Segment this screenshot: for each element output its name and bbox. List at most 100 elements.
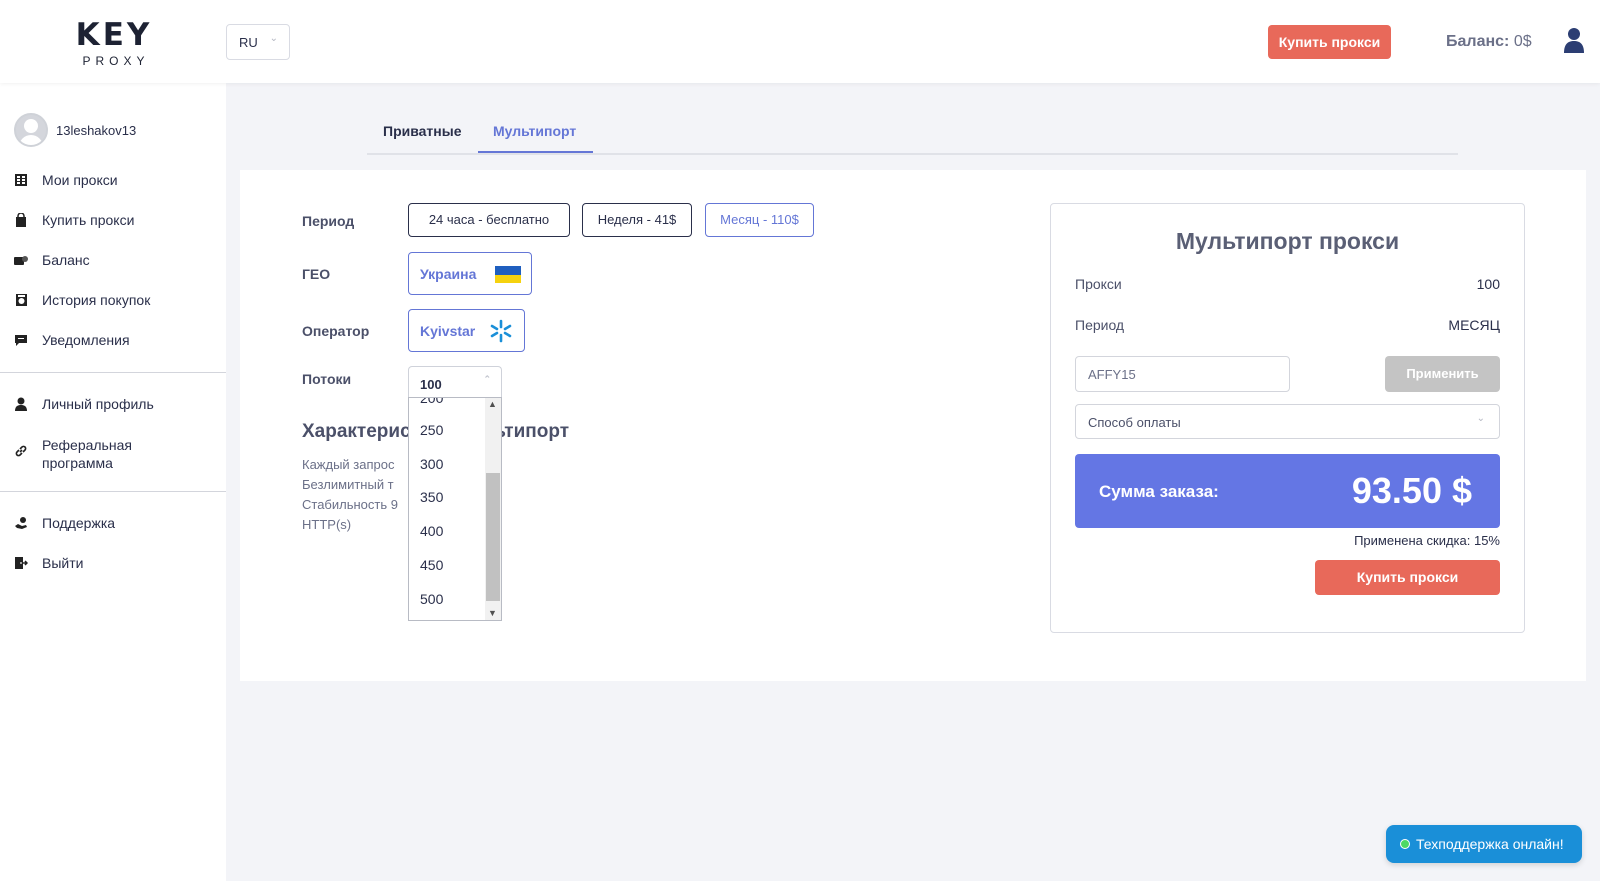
chevron-down-icon: ⌄ <box>269 33 278 44</box>
tab-private[interactable]: Приватные <box>383 123 461 139</box>
period-option-month[interactable]: Месяц - 110$ <box>705 203 814 237</box>
summary-proxies-value: 100 <box>1476 276 1500 292</box>
threads-label: Потоки <box>302 371 352 387</box>
sidebar-item-label: Личный профиль <box>42 396 154 412</box>
order-total-label: Сумма заказа: <box>1099 482 1219 501</box>
balance-value: 0$ <box>1513 33 1532 50</box>
wallet-icon <box>14 253 28 267</box>
sidebar-item-label: Мои прокси <box>42 172 118 188</box>
threads-option[interactable]: 500 <box>420 591 443 607</box>
period-label: Период <box>302 213 355 229</box>
sidebar-item-buy-proxy[interactable]: Купить прокси <box>14 212 134 228</box>
geo-value: Украина <box>420 266 477 282</box>
scroll-down-arrow-icon[interactable]: ▼ <box>488 608 497 618</box>
logo-sub: PROXY <box>82 54 150 68</box>
tab-multiport[interactable]: Мультипорт <box>493 123 576 139</box>
language-value: RU <box>239 35 258 50</box>
operator-label: Оператор <box>302 323 370 339</box>
logo[interactable]: KEY PROXY <box>74 17 154 69</box>
threads-option[interactable]: 200 <box>420 398 443 406</box>
scrollbar-thumb[interactable] <box>486 473 500 601</box>
threads-option[interactable]: 350 <box>420 489 443 505</box>
geo-label: ГЕО <box>302 266 331 282</box>
payment-method-select[interactable]: Способ оплаты ⌄ <box>1075 404 1500 439</box>
summary-period-label: Период <box>1075 317 1125 333</box>
online-status-icon <box>1400 839 1410 849</box>
sidebar-item-label: Поддержка <box>42 515 116 531</box>
chat-icon <box>14 333 28 347</box>
header-buy-proxy-button[interactable]: Купить прокси <box>1268 25 1391 59</box>
threads-option[interactable]: 250 <box>420 422 443 438</box>
user-icon[interactable] <box>1563 27 1585 53</box>
geo-option-ukraine[interactable]: Украина <box>408 252 532 295</box>
summary-period-value: МЕСЯЦ <box>1448 317 1500 333</box>
period-option-week[interactable]: Неделя - 41$ <box>582 203 692 237</box>
promo-code-input[interactable]: AFFY15 <box>1075 356 1290 392</box>
sidebar-item-logout[interactable]: Выйти <box>14 555 83 571</box>
balance-display: Баланс: 0$ <box>1446 33 1532 51</box>
ukraine-flag-icon <box>495 266 521 283</box>
threads-option[interactable]: 450 <box>420 557 443 573</box>
characteristics-line: Стабильность 9 <box>302 497 398 512</box>
sidebar-item-label: Реферальная программа <box>42 437 132 471</box>
sidebar-item-label: Выйти <box>42 555 84 571</box>
sidebar-user: 13leshakov13 <box>14 113 136 147</box>
support-icon <box>14 516 28 530</box>
summary-buy-proxy-button[interactable]: Купить прокси <box>1315 560 1500 595</box>
active-tab-indicator <box>478 151 593 153</box>
sidebar-item-my-proxies[interactable]: Мои прокси <box>14 172 118 188</box>
order-total-box: Сумма заказа: 93.50 $ <box>1075 454 1500 528</box>
user-icon <box>14 397 28 411</box>
summary-title: Мультипорт прокси <box>1175 228 1400 254</box>
balance-label: Баланс: <box>1446 33 1510 50</box>
logout-icon <box>14 556 28 570</box>
sidebar-item-history[interactable]: История покупок <box>14 292 150 308</box>
support-chat-button[interactable]: Техподдержка онлайн! <box>1386 825 1582 863</box>
sidebar-item-balance[interactable]: Баланс <box>14 252 90 268</box>
sidebar-item-notifications[interactable]: Уведомления <box>14 332 130 348</box>
logo-main: KEY <box>75 17 153 53</box>
characteristics-list: Каждый запрос Безлимитный т Стабильность… <box>302 455 398 535</box>
link-icon <box>14 444 28 458</box>
operator-option-kyivstar[interactable]: Kyivstar <box>408 309 525 352</box>
chevron-up-icon: ⌃ <box>483 374 491 384</box>
sidebar-item-referral[interactable]: Реферальная программа <box>14 436 162 472</box>
dropdown-scrollbar[interactable]: ▲ ▼ <box>485 398 501 620</box>
characteristics-line: HTTP(s) <box>302 517 352 532</box>
proxy-type-tabs: Приватные Мультипорт <box>367 113 1458 155</box>
sidebar-item-label: Баланс <box>42 252 90 268</box>
avatar <box>14 113 48 147</box>
sidebar-divider <box>0 491 226 492</box>
sidebar-divider <box>0 372 226 373</box>
threads-dropdown-list: 200 250 300 350 400 450 500 ▲ ▼ <box>408 397 502 621</box>
support-chat-label: Техподдержка онлайн! <box>1416 836 1564 852</box>
threads-option[interactable]: 400 <box>420 523 443 539</box>
period-option-24h[interactable]: 24 часа - бесплатно <box>408 203 570 237</box>
operator-value: Kyivstar <box>420 323 476 339</box>
top-header: KEY PROXY RU ⌄ Купить прокси Баланс: 0$ <box>0 0 1600 83</box>
sidebar-item-profile[interactable]: Личный профиль <box>14 396 154 412</box>
payment-method-placeholder: Способ оплаты <box>1088 415 1181 430</box>
sidebar-item-label: История покупок <box>42 292 151 308</box>
bag-icon <box>14 213 28 227</box>
scroll-up-arrow-icon[interactable]: ▲ <box>488 399 497 409</box>
characteristics-line: Безлимитный т <box>302 477 394 492</box>
order-summary-panel: Мультипорт прокси Прокси 100 Период МЕСЯ… <box>1050 203 1525 633</box>
threads-option[interactable]: 300 <box>420 456 443 472</box>
sidebar-username: 13leshakov13 <box>56 122 137 138</box>
apply-promo-button[interactable]: Применить <box>1385 356 1500 392</box>
kyivstar-star-icon <box>490 319 512 343</box>
threads-select[interactable]: 100 ⌃ <box>408 366 502 398</box>
language-select[interactable]: RU ⌄ <box>226 24 290 60</box>
server-icon <box>14 173 28 187</box>
sidebar-item-support[interactable]: Поддержка <box>14 515 115 531</box>
summary-proxies-label: Прокси <box>1075 276 1122 292</box>
sidebar-item-label: Уведомления <box>42 332 130 348</box>
history-icon <box>14 293 28 307</box>
discount-note: Применена скидка: 15% <box>1354 533 1500 548</box>
characteristics-line: Каждый запрос <box>302 457 395 472</box>
threads-selected-value: 100 <box>420 377 442 392</box>
chevron-down-icon: ⌄ <box>1476 413 1485 424</box>
sidebar-item-label: Купить прокси <box>42 212 135 228</box>
sidebar: 13leshakov13 Мои прокси Купить прокси Ба… <box>0 83 226 881</box>
